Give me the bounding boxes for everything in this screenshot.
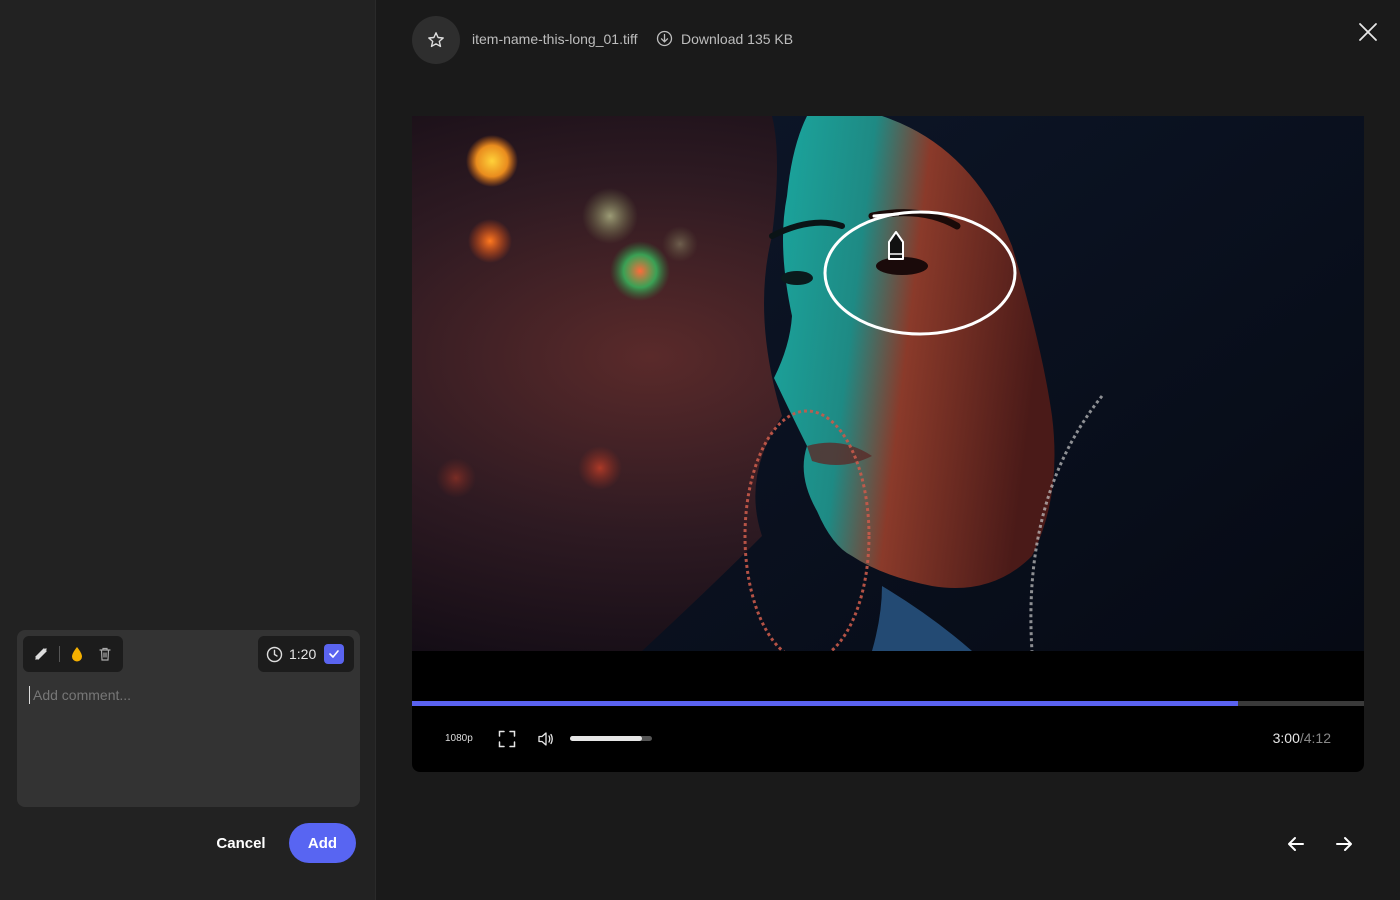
total-time: /4:12 [1299, 730, 1331, 746]
volume-slider[interactable] [570, 736, 652, 741]
progress-fill [412, 701, 1239, 706]
pen-tool-button[interactable] [31, 643, 52, 665]
time-display: 3:00/4:12 [1273, 730, 1331, 746]
comment-input[interactable] [29, 686, 349, 704]
cancel-button[interactable]: Cancel [208, 823, 274, 863]
download-label: Download 135 KB [681, 30, 794, 47]
fullscreen-icon[interactable] [498, 730, 516, 748]
clock-icon [266, 646, 283, 662]
add-button[interactable]: Add [289, 823, 356, 863]
video-player: 1080p 3:00/4:12 [412, 116, 1364, 772]
color-picker-button[interactable] [67, 643, 88, 665]
check-icon [329, 650, 340, 658]
comment-composer: 1:20 [17, 630, 360, 807]
timestamp-checkbox[interactable] [324, 644, 345, 664]
drop-icon [71, 647, 82, 662]
timestamp-label: 1:20 [289, 646, 317, 662]
progress-bar[interactable] [412, 701, 1364, 706]
annotation-toolbar [23, 636, 123, 672]
delete-annotation-button[interactable] [94, 643, 115, 665]
star-icon [428, 32, 444, 48]
download-icon [656, 30, 673, 47]
download-link[interactable]: Download 135 KB [656, 30, 793, 47]
current-time: 3:00 [1272, 730, 1300, 746]
quality-selector[interactable]: 1080p [445, 733, 473, 744]
video-image [412, 116, 1364, 651]
video-frame[interactable] [412, 116, 1364, 651]
timestamp-group: 1:20 [258, 636, 354, 672]
comment-sidebar: 1:20 Cancel Add [0, 0, 376, 900]
volume-icon[interactable] [537, 730, 555, 748]
arrow-right-icon[interactable] [1332, 832, 1356, 856]
volume-fill [570, 736, 643, 741]
close-icon[interactable] [1356, 20, 1380, 44]
favorite-button[interactable] [412, 16, 460, 64]
toolbar-divider [58, 646, 60, 662]
arrow-left-icon[interactable] [1284, 832, 1308, 856]
trash-icon [99, 647, 111, 661]
pen-icon [35, 648, 48, 660]
file-name: item-name-this-long_01.tiff [472, 31, 638, 47]
